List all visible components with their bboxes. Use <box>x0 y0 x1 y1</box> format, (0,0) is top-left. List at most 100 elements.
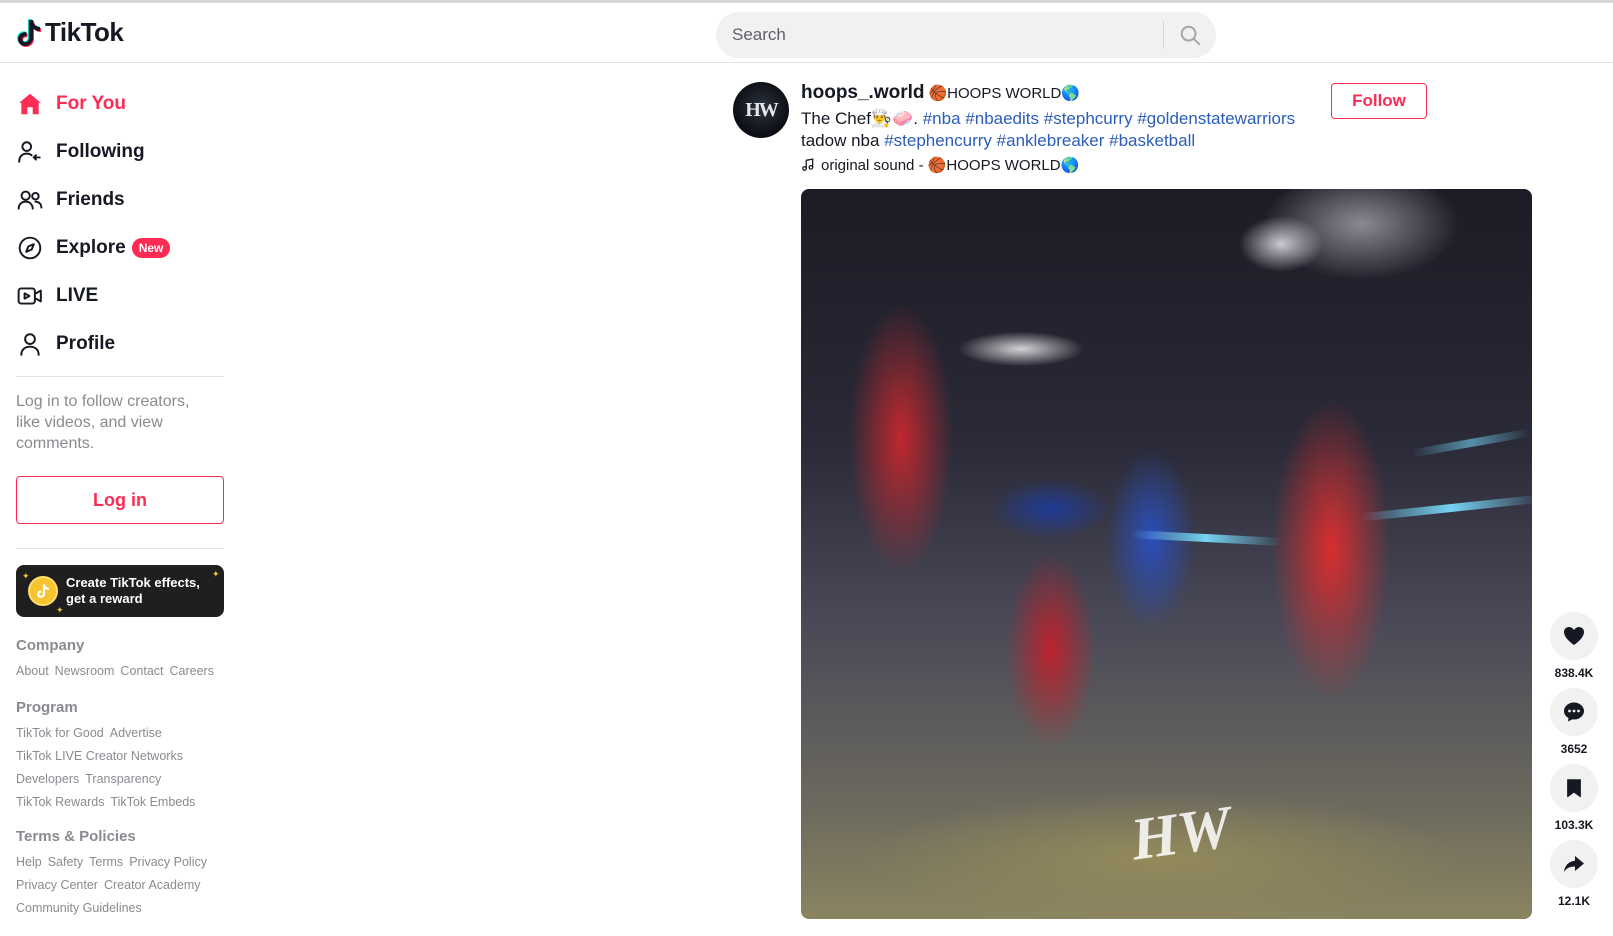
sidebar: For You Following Friends Explore New LI… <box>16 80 224 920</box>
hashtag-link[interactable]: #goldenstatewarriors <box>1137 109 1295 128</box>
sparkle-icon: ✦ <box>22 571 30 581</box>
search-bar <box>716 12 1216 58</box>
sparkle-icon: ✦ <box>56 605 64 615</box>
music-link[interactable]: original sound - 🏀HOOPS WORLD🌎 <box>801 156 1321 174</box>
footer-title: Company <box>16 637 85 654</box>
profile-icon <box>16 330 44 358</box>
sidebar-divider <box>16 548 224 549</box>
save-action: 103.3K <box>1550 764 1598 832</box>
video-player[interactable]: HW <box>801 189 1532 919</box>
footer-title: Terms & Policies <box>16 828 136 845</box>
footer-link[interactable]: Community Guidelines <box>16 897 142 920</box>
post-meta: hoops_.world 🏀HOOPS WORLD🌎 The Chef👨‍🍳🧼.… <box>801 82 1321 174</box>
save-button[interactable] <box>1550 764 1598 812</box>
footer-link[interactable]: TikTok for Good <box>16 722 104 745</box>
hashtag-link[interactable]: #stephencurry <box>884 131 992 150</box>
footer-link[interactable]: Help <box>16 851 42 874</box>
video-light-streak <box>1361 494 1532 522</box>
tiktok-note-icon <box>16 18 42 48</box>
sidebar-divider <box>16 376 224 377</box>
footer-terms: Terms & Policies Help Safety Terms Priva… <box>16 828 224 920</box>
sidebar-item-following[interactable]: Following <box>16 128 224 176</box>
footer-company: Company About Newsroom Contact Careers <box>16 637 224 683</box>
video-light-streak <box>1411 428 1531 458</box>
comment-count: 3652 <box>1560 742 1588 756</box>
author-username[interactable]: hoops_.world <box>801 82 925 104</box>
sidebar-item-label: Profile <box>56 333 116 354</box>
sparkle-icon: ✦ <box>212 569 220 579</box>
video-light-streak <box>1130 530 1282 546</box>
login-hint: Log in to follow creators, like videos, … <box>16 393 190 452</box>
like-button[interactable] <box>1550 612 1598 660</box>
share-button[interactable] <box>1550 840 1598 888</box>
search-input[interactable] <box>716 12 1163 58</box>
footer-link[interactable]: About <box>16 660 49 683</box>
footer-link[interactable]: Privacy Policy <box>129 851 207 874</box>
follow-button[interactable]: Follow <box>1331 83 1427 119</box>
sidebar-item-for-you[interactable]: For You <box>16 80 224 128</box>
caption-text: tadow nba <box>801 131 880 150</box>
avatar[interactable]: HW <box>733 82 789 138</box>
footer-link[interactable]: Advertise <box>110 722 162 745</box>
footer-program: Program TikTok for Good Advertise TikTok… <box>16 699 224 814</box>
sidebar-item-label: Explore <box>56 237 126 258</box>
sidebar-item-label: Friends <box>56 189 125 210</box>
search-button[interactable] <box>1164 12 1216 58</box>
hashtag-link[interactable]: #basketball <box>1109 131 1195 150</box>
sidebar-item-label: LIVE <box>56 285 99 306</box>
share-count: 12.1K <box>1557 894 1591 908</box>
sidebar-item-friends[interactable]: Friends <box>16 176 224 224</box>
author-nickname: 🏀HOOPS WORLD🌎 <box>928 85 1081 102</box>
share-icon <box>1564 856 1584 872</box>
footer-link[interactable]: TikTok Rewards <box>16 791 104 814</box>
footer-link[interactable]: Safety <box>48 851 83 874</box>
footer-link[interactable]: Creator Academy <box>104 874 201 897</box>
bookmark-icon <box>1567 779 1581 798</box>
like-count: 838.4K <box>1554 666 1594 680</box>
footer-link[interactable]: Newsroom <box>55 660 115 683</box>
top-bar: TikTok <box>0 0 1613 63</box>
comment-icon <box>1564 702 1584 722</box>
create-effects-banner[interactable]: ✦ ✦ ✦ Create TikTok effects, get a rewar… <box>16 565 224 617</box>
new-badge: New <box>131 238 171 258</box>
sidebar-item-label: For You <box>56 93 127 114</box>
footer-link[interactable]: TikTok LIVE Creator Networks <box>16 745 183 768</box>
post-caption: The Chef👨‍🍳🧼. #nba #nbaedits #stephcurry… <box>801 108 1321 152</box>
sidebar-item-label: Following <box>56 141 145 162</box>
tiktok-logo[interactable]: TikTok <box>16 17 124 48</box>
logo-wordmark: TikTok <box>45 17 124 47</box>
footer-link[interactable]: Terms <box>89 851 123 874</box>
music-note-icon <box>802 158 814 171</box>
compass-icon <box>16 234 44 262</box>
like-action: 838.4K <box>1550 612 1598 680</box>
effects-banner-line2: get a reward <box>66 591 143 606</box>
video-watermark: HW <box>1126 793 1236 873</box>
footer-link[interactable]: Transparency <box>85 768 161 791</box>
caption-text: The Chef👨‍🍳🧼. <box>801 109 918 128</box>
footer-link[interactable]: Careers <box>170 660 214 683</box>
music-label: original sound - 🏀HOOPS WORLD🌎 <box>821 157 1080 174</box>
action-bar: 838.4K 3652 103.3K 12.1K <box>1550 612 1598 916</box>
friends-icon <box>16 186 44 214</box>
effects-banner-text: Create TikTok effects, get a reward <box>66 575 200 607</box>
footer-link[interactable]: Contact <box>120 660 163 683</box>
coin-icon <box>28 576 58 606</box>
hashtag-link[interactable]: #stephcurry <box>1044 109 1133 128</box>
sidebar-item-profile[interactable]: Profile <box>16 320 224 368</box>
comment-button[interactable] <box>1550 688 1598 736</box>
footer-title: Program <box>16 699 78 716</box>
search-icon <box>1180 25 1201 46</box>
sidebar-item-explore[interactable]: Explore New <box>16 224 224 272</box>
footer-link[interactable]: Developers <box>16 768 79 791</box>
hashtag-link[interactable]: #nba <box>923 109 961 128</box>
footer-link[interactable]: Privacy Center <box>16 874 98 897</box>
effects-banner-line1: Create TikTok effects, <box>66 575 200 590</box>
hashtag-link[interactable]: #anklebreaker <box>997 131 1105 150</box>
home-icon <box>16 90 44 118</box>
hashtag-link[interactable]: #nbaedits <box>965 109 1039 128</box>
live-icon <box>16 282 44 310</box>
login-button[interactable]: Log in <box>16 476 224 524</box>
footer-link[interactable]: TikTok Embeds <box>110 791 195 814</box>
sidebar-item-live[interactable]: LIVE <box>16 272 224 320</box>
share-action: 12.1K <box>1550 840 1598 908</box>
